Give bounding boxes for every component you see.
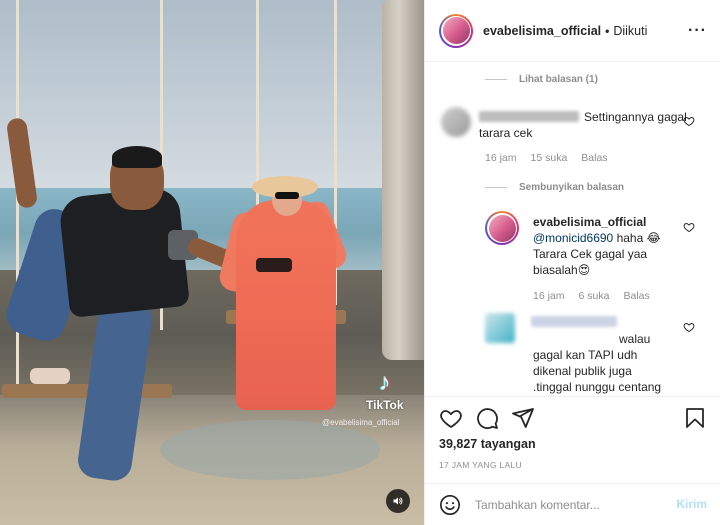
commenter-avatar-blurred [441, 107, 471, 137]
post-video[interactable]: ♪ TikTok @evabelisima_official [0, 0, 424, 525]
story-ring[interactable] [439, 13, 473, 48]
view-replies-toggle[interactable]: Lihat balasan (1) [485, 74, 598, 85]
tiktok-watermark-text: TikTok [366, 398, 404, 412]
comments-list[interactable]: Lihat balasan (1) Settingannya gagal tar… [425, 63, 720, 396]
avatar-border [487, 213, 517, 243]
reply-divider [485, 187, 507, 188]
comment-likes[interactable]: 15 suka [531, 152, 568, 164]
comment-text: .tinggal nunggu centang [533, 380, 662, 394]
reply-button[interactable]: Balas [623, 290, 649, 302]
like-comment-heart-icon[interactable] [683, 221, 695, 233]
post-header: evabelisima_official • Diikuti ··· [425, 0, 720, 62]
speaker-icon [393, 497, 403, 505]
hide-replies-toggle[interactable]: Sembunyikan balasan [485, 182, 624, 193]
tiktok-watermark: ♪ TikTok [366, 369, 404, 413]
video-tree-trunk [382, 0, 424, 360]
video-sky [0, 0, 424, 200]
comment-text: gagal kan TAPI udh [533, 348, 638, 362]
woman-sunglasses [275, 192, 299, 199]
follow-status[interactable]: Diikuti [613, 24, 647, 38]
view-replies-label: Lihat balasan (1) [519, 74, 598, 85]
avatar [488, 214, 516, 242]
commenter-name-blurred [531, 316, 617, 327]
comment-icon[interactable] [475, 406, 499, 430]
reply-text-fragment: haha 😂 [613, 231, 661, 245]
mention-link[interactable]: @monicid6690 [533, 231, 613, 245]
mute-button[interactable] [386, 489, 410, 513]
video-puddle [160, 420, 380, 480]
smiley-icon[interactable] [439, 494, 461, 516]
avatar-border [441, 15, 471, 46]
reply-username[interactable]: evabelisima_official [533, 214, 646, 230]
comment-text: dikenal publik juga [533, 364, 632, 378]
post-actions [425, 396, 720, 436]
reply-divider [485, 79, 507, 80]
reply-meta: 16 jam 6 suka Balas [533, 290, 650, 302]
send-comment-button[interactable]: Kirim [676, 497, 707, 511]
commenter-name-blurred [479, 111, 579, 122]
share-icon[interactable] [511, 406, 535, 430]
comment-text: tarara cek [479, 126, 533, 140]
heart-icon[interactable] [439, 406, 463, 430]
reply-button[interactable]: Balas [581, 152, 607, 164]
more-options-icon[interactable]: ··· [688, 22, 707, 40]
reply-text: Tarara Cek gagal yaa [533, 247, 648, 261]
hide-replies-label: Sembunyikan balasan [519, 182, 625, 193]
tiktok-logo-icon: ♪ [378, 369, 391, 396]
comment-likes[interactable]: 6 suka [579, 290, 610, 302]
comment-meta: 16 jam 15 suka Balas [485, 152, 608, 164]
man-sandal [30, 368, 70, 384]
bookmark-icon[interactable] [683, 406, 707, 430]
comment-text: Settingannya gagal [584, 110, 687, 124]
instagram-post-dialog: ♪ TikTok @evabelisima_official evabelisi… [0, 0, 720, 525]
avatar [442, 17, 470, 44]
comment-time: 16 jam [533, 290, 565, 302]
reply-text: biasalah😍 [533, 263, 591, 277]
tiktok-handle: @evabelisima_official [322, 418, 400, 427]
man-hair [112, 146, 162, 168]
header-separator: • [605, 23, 610, 38]
commenter-avatar-blurred [485, 313, 515, 343]
header-username[interactable]: evabelisima_official [483, 24, 601, 38]
add-comment-bar: Kirim [425, 483, 720, 525]
woman-dress [236, 200, 336, 410]
like-comment-heart-icon[interactable] [683, 321, 695, 333]
like-comment-heart-icon[interactable] [683, 115, 695, 127]
comment-input[interactable] [475, 494, 671, 515]
comment-text: walau [619, 332, 651, 346]
woman-belt [256, 258, 292, 272]
reply-text: @monicid6690 haha 😂 [533, 230, 661, 246]
comment-time: 16 jam [485, 152, 517, 164]
view-count[interactable]: 39,827 tayangan [439, 437, 536, 451]
reply-avatar-ring[interactable] [485, 211, 519, 245]
post-side-panel: evabelisima_official • Diikuti ··· Lihat… [424, 0, 720, 525]
post-time-ago: 17 JAM YANG LALU [439, 460, 522, 470]
